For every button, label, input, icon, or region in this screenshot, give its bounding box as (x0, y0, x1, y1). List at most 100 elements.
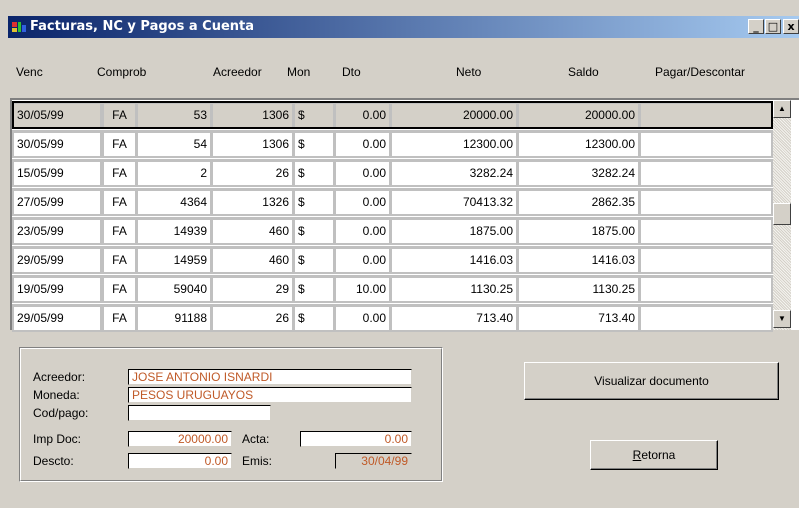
neto-cell: 20000.00 (392, 104, 516, 127)
pagar-cell[interactable] (641, 133, 771, 156)
venc-cell: 29/05/99 (14, 249, 100, 272)
acreedor-cell: 29 (213, 278, 292, 301)
neto-cell: 12300.00 (392, 133, 516, 156)
table-row[interactable]: 15/05/99 FA 2 26 $0.00 3282.24 3282.24 (12, 159, 773, 187)
column-header-comprob[interactable]: Comprob (97, 65, 146, 79)
pagar-cell[interactable] (641, 104, 771, 127)
app-icon (12, 22, 26, 32)
column-header-mon[interactable]: Mon (287, 65, 310, 79)
acreedor-cell: 1326 (213, 191, 292, 214)
title-bar[interactable]: Facturas, NC y Pagos a Cuenta _ □ x (8, 16, 799, 38)
descto-label: Descto: (33, 454, 74, 468)
numero-cell: 14939 (138, 220, 210, 243)
retorna-accelerator: R (632, 448, 642, 462)
pagar-cell[interactable] (641, 307, 771, 330)
dto-cell: 10.00 (336, 278, 389, 301)
mon-cell: $ (295, 249, 333, 272)
acta-label: Acta: (242, 432, 270, 446)
mon-cell: $ (295, 191, 333, 214)
acreedor-cell: 460 (213, 220, 292, 243)
tipo-cell: FA (104, 249, 135, 272)
tipo-cell: FA (104, 191, 135, 214)
retorna-button[interactable]: Retorna (590, 440, 718, 470)
acta-field[interactable]: 0.00 (300, 431, 412, 447)
neto-cell: 70413.32 (392, 191, 516, 214)
scroll-thumb[interactable] (773, 203, 791, 225)
codpago-label: Cod/pago: (33, 406, 89, 420)
neto-cell: 1416.03 (392, 249, 516, 272)
mon-cell: $ (295, 220, 333, 243)
scroll-up-button[interactable]: ▲ (773, 100, 791, 118)
pagar-cell[interactable] (641, 278, 771, 301)
scroll-down-button[interactable]: ▼ (773, 310, 791, 328)
saldo-cell: 1416.03 (519, 249, 638, 272)
acreedor-cell: 1306 (213, 104, 292, 127)
acreedor-field[interactable]: JOSE ANTONIO ISNARDI (128, 369, 412, 385)
neto-cell: 3282.24 (392, 162, 516, 185)
dto-cell: 0.00 (336, 104, 389, 127)
numero-cell: 54 (138, 133, 210, 156)
venc-cell: 19/05/99 (14, 278, 100, 301)
table-row[interactable]: 30/05/99 FA 53 1306 $0.00 20000.00 20000.00 (12, 101, 773, 129)
column-header-dto[interactable]: Dto (342, 65, 361, 79)
numero-cell: 4364 (138, 191, 210, 214)
dto-cell: 0.00 (336, 307, 389, 330)
neto-cell: 713.40 (392, 307, 516, 330)
table-row[interactable]: 30/05/99 FA 54 1306 $0.00 12300.00 12300.00 (12, 130, 773, 158)
minimize-button[interactable]: _ (748, 19, 764, 34)
table-row[interactable]: 23/05/99 FA 14939 460 $0.00 1875.00 1875.00 (12, 217, 773, 245)
impdoc-field[interactable]: 20000.00 (128, 431, 232, 447)
table-row[interactable]: 29/05/99 FA 14959 460 $0.00 1416.03 1416.03 (12, 246, 773, 274)
saldo-cell: 2862.35 (519, 191, 638, 214)
venc-cell: 23/05/99 (14, 220, 100, 243)
emis-field[interactable]: 30/04/99 (335, 453, 412, 469)
window-title: Facturas, NC y Pagos a Cuenta (30, 19, 255, 34)
pagar-cell[interactable] (641, 162, 771, 185)
mon-cell: $ (295, 162, 333, 185)
table-row[interactable]: 29/05/99 FA 91188 26 $0.00 713.40 713.40 (12, 304, 773, 332)
mon-cell: $ (295, 278, 333, 301)
numero-cell: 59040 (138, 278, 210, 301)
pagar-cell[interactable] (641, 191, 771, 214)
details-panel: Acreedor: JOSE ANTONIO ISNARDI Moneda: P… (19, 347, 443, 482)
visualizar-documento-label: Visualizar documento (594, 374, 709, 388)
column-header-venc[interactable]: Venc (16, 65, 43, 79)
dto-cell: 0.00 (336, 191, 389, 214)
column-header-acreedor[interactable]: Acreedor (213, 65, 262, 79)
saldo-cell: 20000.00 (519, 104, 638, 127)
venc-cell: 27/05/99 (14, 191, 100, 214)
numero-cell: 2 (138, 162, 210, 185)
column-header-neto[interactable]: Neto (456, 65, 481, 79)
column-header-pagar[interactable]: Pagar/Descontar (655, 65, 745, 79)
numero-cell: 53 (138, 104, 210, 127)
venc-cell: 15/05/99 (14, 162, 100, 185)
invoice-grid[interactable]: 30/05/99 FA 53 1306 $0.00 20000.00 20000.00 30/… (10, 98, 799, 332)
venc-cell: 30/05/99 (14, 133, 100, 156)
saldo-cell: 1875.00 (519, 220, 638, 243)
codpago-field[interactable] (128, 405, 271, 421)
tipo-cell: FA (104, 220, 135, 243)
grid-header: Venc Comprob Acreedor Mon Dto Neto Saldo… (8, 48, 799, 96)
visualizar-documento-button[interactable]: Visualizar documento (524, 362, 779, 400)
close-button[interactable]: x (783, 19, 799, 34)
acreedor-cell: 26 (213, 162, 292, 185)
dto-cell: 0.00 (336, 249, 389, 272)
table-row[interactable]: 19/05/99 FA 59040 29 $10.00 1130.25 1130.25 (12, 275, 773, 303)
mon-cell: $ (295, 104, 333, 127)
pagar-cell[interactable] (641, 249, 771, 272)
moneda-field[interactable]: PESOS URUGUAYOS (128, 387, 412, 403)
dto-cell: 0.00 (336, 220, 389, 243)
dto-cell: 0.00 (336, 162, 389, 185)
saldo-cell: 1130.25 (519, 278, 638, 301)
moneda-label: Moneda: (33, 388, 80, 402)
tipo-cell: FA (104, 278, 135, 301)
table-row[interactable]: 27/05/99 FA 4364 1326 $0.00 70413.32 2862.35 (12, 188, 773, 216)
acreedor-cell: 26 (213, 307, 292, 330)
descto-field[interactable]: 0.00 (128, 453, 232, 469)
pagar-cell[interactable] (641, 220, 771, 243)
column-header-saldo[interactable]: Saldo (568, 65, 599, 79)
vertical-scrollbar[interactable]: ▲ ▼ (773, 100, 791, 330)
saldo-cell: 713.40 (519, 307, 638, 330)
maximize-button[interactable]: □ (765, 19, 781, 34)
impdoc-label: Imp Doc: (33, 432, 82, 446)
